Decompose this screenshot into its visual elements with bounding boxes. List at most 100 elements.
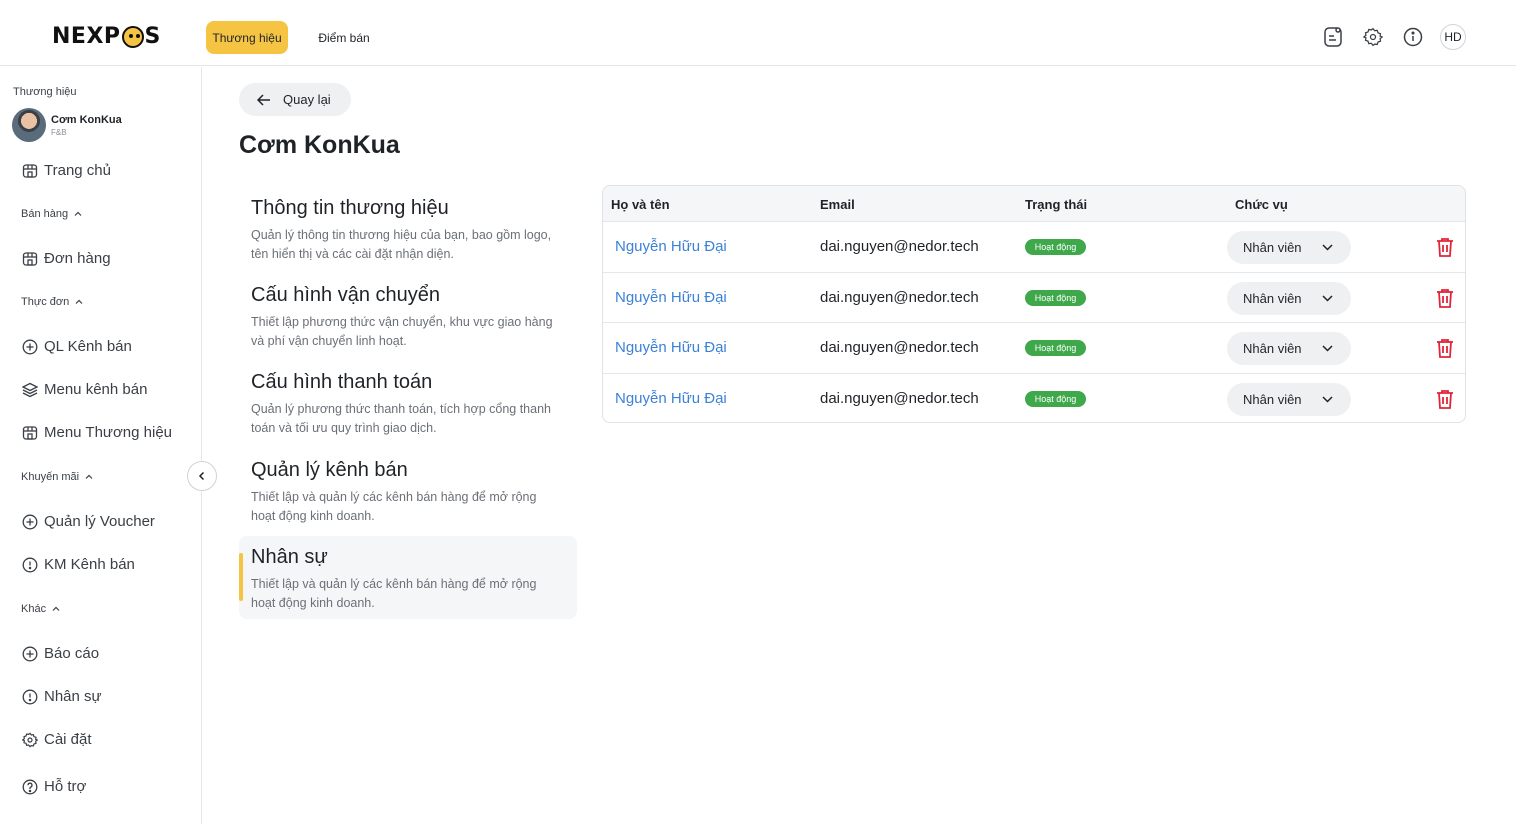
top-actions: HD bbox=[1320, 24, 1466, 50]
back-label: Quay lại bbox=[283, 92, 331, 107]
section-desc-line: Quản lý phương thức thanh toán, tích hợp… bbox=[251, 402, 551, 416]
chevron-up-icon bbox=[85, 474, 93, 479]
trash-icon[interactable] bbox=[1434, 388, 1456, 410]
sidebar-item-staff[interactable]: Nhân sự bbox=[22, 688, 102, 705]
help-circle-icon bbox=[22, 779, 38, 794]
section-desc-line: tên hiển thị và các cài đặt nhận diện. bbox=[251, 247, 454, 261]
section-desc-line: toán và tối ưu quy trình giao dịch. bbox=[251, 421, 437, 435]
notes-icon[interactable] bbox=[1320, 24, 1346, 50]
alert-circle-icon bbox=[22, 689, 38, 704]
plus-circle-icon bbox=[22, 339, 38, 354]
section-title: Nhân sự bbox=[251, 546, 328, 568]
sidebar-item-channel-promo[interactable]: KM Kênh bán bbox=[22, 556, 135, 573]
staff-name-link[interactable]: Nguyễn Hữu Đại bbox=[615, 289, 727, 306]
plus-circle-icon bbox=[22, 646, 38, 661]
table-row: Nguyễn Hữu Đại dai.nguyen@nedor.tech Hoạ… bbox=[603, 323, 1465, 374]
page-title: Cơm KonKua bbox=[239, 131, 400, 159]
chevron-down-icon bbox=[1322, 345, 1333, 352]
sidebar-item-brand-menu[interactable]: Menu Thương hiệu bbox=[22, 424, 172, 441]
section-staff[interactable]: Nhân sự Thiết lập và quản lý các kênh bá… bbox=[239, 536, 577, 619]
sidebar-item-reports[interactable]: Báo cáo bbox=[22, 645, 99, 662]
group-other[interactable]: Khác bbox=[21, 603, 60, 615]
section-desc-line: Quản lý thông tin thương hiệu của bạn, b… bbox=[251, 228, 552, 242]
section-title: Cấu hình thanh toán bbox=[251, 371, 433, 393]
section-title: Thông tin thương hiệu bbox=[251, 197, 449, 219]
brand-switcher[interactable]: Cơm KonKua F&B bbox=[12, 108, 122, 142]
sidebar-item-support[interactable]: Hỗ trợ bbox=[22, 778, 86, 795]
table-row: Nguyễn Hữu Đại dai.nguyen@nedor.tech Hoạ… bbox=[603, 374, 1465, 423]
staff-table: Họ và tên Email Trạng thái Chức vụ Nguyễ… bbox=[602, 185, 1466, 423]
brand-category: F&B bbox=[51, 127, 67, 137]
table-row: Nguyễn Hữu Đại dai.nguyen@nedor.tech Hoạ… bbox=[603, 273, 1465, 323]
brand-avatar bbox=[12, 108, 46, 142]
section-brand-info[interactable]: Thông tin thương hiệu Quản lý thông tin … bbox=[239, 187, 577, 270]
sidebar-item-channels[interactable]: QL Kênh bán bbox=[22, 338, 132, 355]
tab-store[interactable]: Điểm bán bbox=[310, 21, 378, 54]
role-dropdown[interactable]: Nhân viên bbox=[1227, 231, 1351, 264]
chevron-up-icon bbox=[52, 606, 60, 611]
sidebar-item-label: Quản lý Voucher bbox=[44, 513, 155, 530]
sidebar-item-orders[interactable]: Đơn hàng bbox=[22, 250, 111, 267]
sidebar-item-channel-menu[interactable]: Menu kênh bán bbox=[22, 381, 147, 398]
top-bar: NEXP S Thương hiệu Điểm bán HD bbox=[0, 0, 1516, 66]
status-badge: Hoạt động bbox=[1025, 239, 1086, 255]
chevron-up-icon bbox=[75, 299, 83, 304]
group-menu[interactable]: Thực đơn bbox=[21, 296, 83, 308]
back-button[interactable]: Quay lại bbox=[239, 83, 351, 116]
nexpos-logo[interactable]: NEXP S bbox=[52, 24, 161, 49]
role-dropdown[interactable]: Nhân viên bbox=[1227, 281, 1351, 315]
section-desc: Thiết lập và quản lý các kênh bán hàng đ… bbox=[251, 575, 565, 613]
sidebar-item-home[interactable]: Trang chủ bbox=[22, 162, 111, 179]
section-desc-line: Thiết lập phương thức vận chuyển, khu vự… bbox=[251, 315, 553, 329]
logo-text-left: NEXP bbox=[52, 24, 121, 49]
status-badge: Hoạt động bbox=[1025, 289, 1086, 306]
role-dropdown[interactable]: Nhân viên bbox=[1227, 382, 1351, 416]
user-avatar[interactable]: HD bbox=[1440, 24, 1466, 50]
staff-name-link[interactable]: Nguyễn Hữu Đại bbox=[615, 238, 727, 255]
sidebar-item-label: Menu kênh bán bbox=[44, 381, 148, 398]
group-label: Bán hàng bbox=[21, 208, 69, 220]
section-title: Cấu hình vận chuyển bbox=[251, 284, 441, 306]
group-label: Khuyến mãi bbox=[21, 471, 80, 483]
plus-circle-icon bbox=[22, 514, 38, 529]
trash-icon[interactable] bbox=[1434, 337, 1456, 359]
chevron-left-icon bbox=[198, 471, 205, 481]
section-desc-line: Thiết lập và quản lý các kênh bán hàng đ… bbox=[251, 490, 537, 504]
gear-icon[interactable] bbox=[1360, 24, 1386, 50]
tab-brand[interactable]: Thương hiệu bbox=[206, 21, 288, 54]
arrow-left-icon bbox=[257, 93, 270, 106]
staff-email: dai.nguyen@nedor.tech bbox=[820, 288, 979, 306]
section-payment[interactable]: Cấu hình thanh toán Quản lý phương thức … bbox=[239, 361, 577, 444]
sidebar-item-settings[interactable]: Cài đặt bbox=[22, 731, 92, 748]
sidebar-item-label: Nhân sự bbox=[44, 688, 102, 705]
section-channels[interactable]: Quản lý kênh bán Thiết lập và quản lý cá… bbox=[239, 449, 577, 532]
info-icon[interactable] bbox=[1400, 24, 1426, 50]
gear-icon bbox=[22, 732, 38, 747]
chevron-down-icon bbox=[1322, 244, 1333, 251]
section-shipping[interactable]: Cấu hình vận chuyển Thiết lập phương thứ… bbox=[239, 274, 577, 357]
column-header-status: Trạng thái bbox=[1025, 197, 1088, 212]
store-icon bbox=[22, 425, 38, 440]
section-desc-line: hoạt động kinh doanh. bbox=[251, 509, 375, 523]
section-desc: Quản lý thông tin thương hiệu của bạn, b… bbox=[251, 226, 565, 264]
trash-icon[interactable] bbox=[1434, 236, 1456, 258]
trash-icon[interactable] bbox=[1434, 287, 1456, 309]
staff-name-link[interactable]: Nguyễn Hữu Đại bbox=[615, 339, 727, 356]
group-promo[interactable]: Khuyến mãi bbox=[21, 471, 93, 483]
status-badge: Hoạt động bbox=[1025, 340, 1086, 356]
group-sales[interactable]: Bán hàng bbox=[21, 208, 82, 220]
role-dropdown[interactable]: Nhân viên bbox=[1227, 332, 1351, 365]
role-value: Nhân viên bbox=[1243, 290, 1302, 306]
sidebar-item-vouchers[interactable]: Quản lý Voucher bbox=[22, 513, 155, 530]
sidebar-item-label: Trang chủ bbox=[44, 162, 111, 179]
chevron-down-icon bbox=[1322, 294, 1333, 302]
staff-name-link[interactable]: Nguyễn Hữu Đại bbox=[615, 390, 727, 407]
column-header-role: Chức vụ bbox=[1235, 197, 1288, 212]
sidebar-collapse-button[interactable] bbox=[187, 461, 217, 491]
store-icon bbox=[22, 251, 38, 266]
table-header: Họ và tên Email Trạng thái Chức vụ bbox=[603, 186, 1465, 222]
section-desc-line: và phí vận chuyển linh hoạt. bbox=[251, 334, 407, 348]
table-row: Nguyễn Hữu Đại dai.nguyen@nedor.tech Hoạ… bbox=[603, 222, 1465, 273]
chevron-down-icon bbox=[1322, 395, 1333, 403]
section-desc: Thiết lập và quản lý các kênh bán hàng đ… bbox=[251, 488, 565, 526]
